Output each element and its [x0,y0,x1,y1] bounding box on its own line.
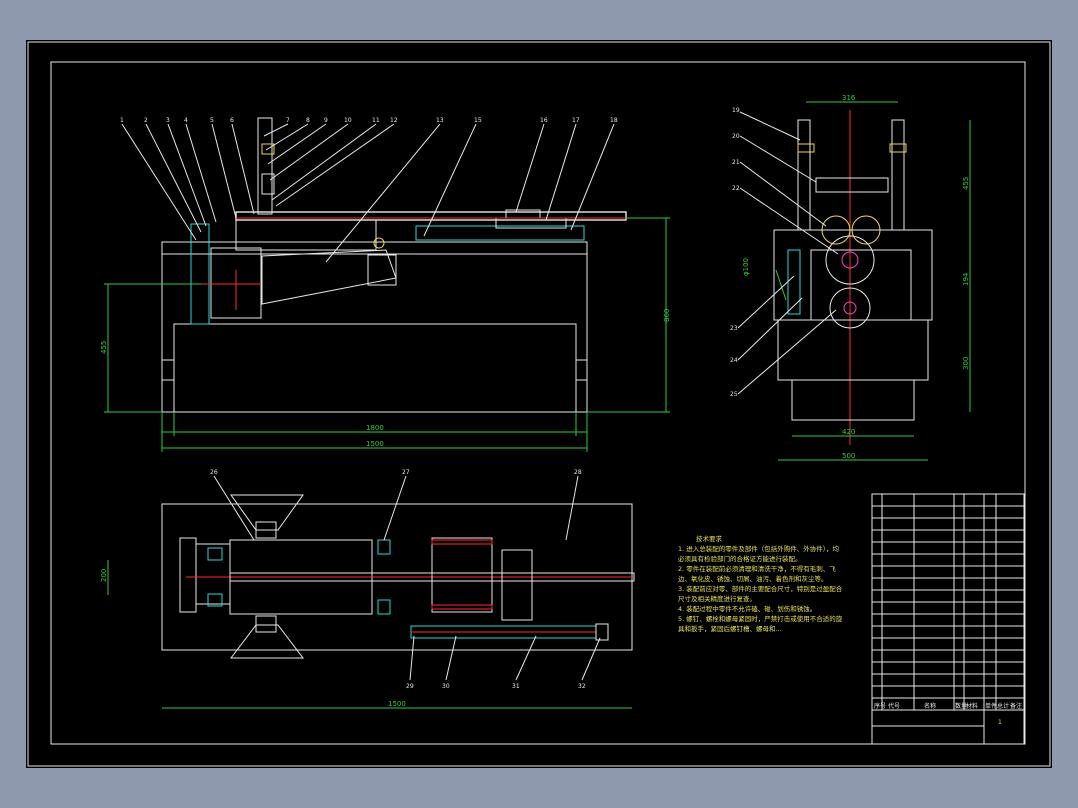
dim-column-height: 455 [962,177,970,190]
part-number: 17 [572,117,580,124]
note-item: 5. 螺钉、螺栓和螺母紧固时，严禁打击或使用不合适的旋具和扳手，紧固后螺钉槽、螺… [678,615,843,633]
notes-title: 技术要求 [696,535,722,543]
note-item: 2. 零件在装配前必须清理和清洗干净，不得有毛刺、飞边、氧化皮、锈蚀、切屑、油污… [678,565,836,583]
sheet-number: 1 [998,719,1002,726]
parts-header: 序号 [874,702,886,710]
parts-header: 单件 [985,702,997,710]
part-number: 7 [286,117,290,124]
part-number: 26 [210,469,218,476]
part-number: 4 [184,117,188,124]
parts-header: 材料 [966,702,978,710]
dim-lower: 300 [962,357,970,370]
part-number: 16 [540,117,548,124]
part-number: 6 [230,117,234,124]
parts-header: 备注 [1010,702,1022,710]
part-number: 11 [372,117,380,124]
part-number: 30 [442,683,450,690]
inner-border [50,61,1026,745]
side-view: 1800 1500 860 455 1 2 3 4 5 6 7 8 9 10 1… [100,117,671,452]
note-item: 3. 装配前应对零、部件的主要配合尺寸，特别是过盈配合尺寸及相关精度进行复查。 [678,585,843,603]
note-item: 4. 装配过程中零件不允许磕、碰、划伤和锈蚀。 [678,605,817,613]
dim-roll-width: 200 [100,569,108,582]
note-item: 1. 进入总装配的零件及部件（包括外购件、外协件），均必须具有检验部门的合格证方… [678,545,840,563]
end-view: 316 455 194 300 420 500 φ100 19 20 21 22… [730,94,971,461]
dim-mid: 194 [962,272,970,286]
part-number: 25 [730,391,738,398]
dim-total-length: 1500 [366,440,384,448]
dim-height: 860 [663,309,671,322]
part-number: 29 [406,683,414,690]
part-number: 19 [732,107,740,114]
part-number: 10 [344,117,352,124]
part-number: 32 [578,683,586,690]
part-number: 20 [732,133,740,140]
part-number: 3 [166,117,170,124]
part-number: 23 [730,325,738,332]
part-number: 31 [512,683,520,690]
drawing-canvas: 1800 1500 860 455 1 2 3 4 5 6 7 8 9 10 1… [27,41,1051,767]
part-number: 9 [324,117,328,124]
part-number: 8 [306,117,310,124]
part-number: 2 [144,117,148,124]
dim-top-length: 1500 [388,700,406,708]
title-block: 序号 代号 名称 数量 材料 单件 总计 备注 1 [871,493,1025,745]
drawing-sheet: 1800 1500 860 455 1 2 3 4 5 6 7 8 9 10 1… [26,40,1052,768]
part-number: 5 [210,117,214,124]
outer-border [27,41,1051,767]
dim-top-width: 316 [842,94,856,102]
part-number: 12 [390,117,398,124]
top-view: 1500 200 26 27 28 29 30 31 32 [100,469,635,709]
dim-width: 420 [842,428,855,436]
technical-notes: 技术要求 1. 进入总装配的零件及部件（包括外购件、外协件），均必须具有检验部门… [678,534,843,634]
dim-gear: φ100 [742,258,750,276]
parts-header: 总计 [997,702,1009,710]
part-number: 27 [402,469,410,476]
part-number: 21 [732,159,740,166]
parts-header: 代号 [888,702,900,710]
part-number: 1 [120,117,124,124]
part-number: 24 [730,357,738,364]
part-number: 22 [732,185,740,192]
part-number: 28 [574,469,582,476]
dim-body-length: 1800 [366,424,384,432]
part-number: 13 [436,117,444,124]
dim-overall-width: 500 [842,452,855,460]
part-number: 18 [610,117,618,124]
part-number: 15 [474,117,482,124]
parts-header: 名称 [924,702,936,710]
dim-lower-height: 455 [100,341,108,354]
